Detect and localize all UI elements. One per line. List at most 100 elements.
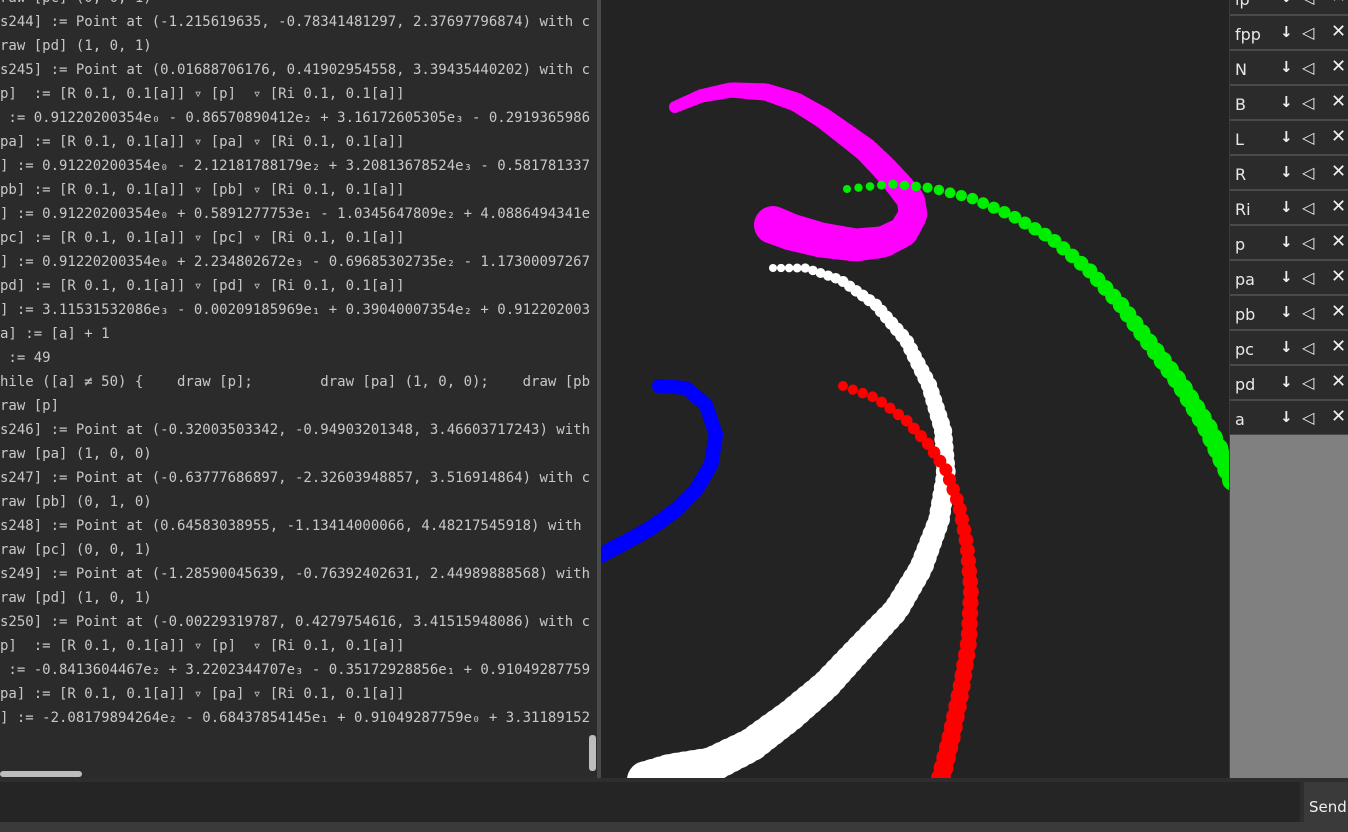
console-line: raw [pa] (1, 0, 0)	[0, 446, 152, 462]
pin-icon[interactable]: ↓	[1280, 93, 1293, 111]
pin-icon[interactable]: ↓	[1280, 268, 1293, 286]
console-horizontal-scrollbar[interactable]	[0, 771, 82, 777]
triangle-icon[interactable]: ◁	[1302, 373, 1314, 392]
object-name: a	[1235, 410, 1245, 429]
console-lines: raw [pc] (0, 0, 1) s244] := Point at (-1.…	[0, 0, 597, 730]
pin-icon[interactable]: ↓	[1280, 233, 1293, 251]
close-icon[interactable]: ✕	[1331, 56, 1346, 77]
console-line: ] := 0.91220200354e₀ + 0.5891277753e₁ - …	[0, 206, 591, 222]
console-line: ] := -2.08179894264e₂ - 0.68437854145e₁ …	[0, 710, 591, 726]
green-point	[933, 184, 945, 196]
green-point	[987, 201, 1000, 214]
console-line: p] := [R 0.1, 0.1[a]] ▿ [p] ▿ [Ri 0.1, 0…	[0, 86, 405, 102]
object-list-panel: ip ↓ ◁ ✕ fpp ↓ ◁ ✕ N ↓ ◁ ✕ B ↓ ◁ ✕ L ↓ ◁ ✕ R ↓ ◁ ✕ Ri ↓ ◁ ✕ p ↓ ◁ ✕ pa ↓ ◁…	[1230, 0, 1348, 435]
console-line: a] := [a] + 1	[0, 326, 110, 342]
plot-svg	[601, 82, 1229, 778]
close-icon[interactable]: ✕	[1331, 301, 1346, 322]
pin-icon[interactable]: ↓	[1280, 0, 1293, 6]
red-point	[847, 384, 858, 395]
close-icon[interactable]: ✕	[1331, 406, 1346, 427]
pin-icon[interactable]: ↓	[1280, 128, 1293, 146]
pin-icon[interactable]: ↓	[1280, 373, 1293, 391]
object-name: p	[1235, 235, 1246, 254]
console-line: pd] := [R 0.1, 0.1[a]] ▿ [pd] ▿ [Ri 0.1,…	[0, 278, 405, 294]
console-line: pb] := [R 0.1, 0.1[a]] ▿ [pb] ▿ [Ri 0.1,…	[0, 182, 405, 198]
close-icon[interactable]: ✕	[1331, 91, 1346, 112]
triangle-icon[interactable]: ◁	[1302, 408, 1314, 427]
object-row-a[interactable]: a ↓ ◁ ✕	[1230, 403, 1348, 435]
object-name: fpp	[1235, 25, 1261, 44]
pin-icon[interactable]: ↓	[1280, 23, 1293, 41]
close-icon[interactable]: ✕	[1331, 231, 1346, 252]
console-line: raw [pc] (0, 0, 1)	[0, 0, 597, 10]
green-point	[877, 180, 886, 190]
close-icon[interactable]: ✕	[1331, 161, 1346, 182]
white-point	[769, 264, 777, 272]
object-row-pb[interactable]: pb ↓ ◁ ✕	[1230, 298, 1348, 331]
object-row-R[interactable]: R ↓ ◁ ✕	[1230, 158, 1348, 191]
triangle-icon[interactable]: ◁	[1302, 0, 1314, 7]
close-icon[interactable]: ✕	[1331, 21, 1346, 42]
object-row-ip[interactable]: ip ↓ ◁ ✕	[1230, 0, 1348, 16]
console-line: raw [pb] (0, 1, 0)	[0, 494, 152, 510]
console-line: ] := 3.11531532086e₃ - 0.00209185969e₁ +…	[0, 302, 591, 318]
graphics-canvas[interactable]	[601, 0, 1229, 778]
green-point	[922, 182, 933, 193]
console-line: s245] := Point at (0.01688706176, 0.4190…	[0, 62, 591, 78]
console-line: pa] := [R 0.1, 0.1[a]] ▿ [pa] ▿ [Ri 0.1,…	[0, 134, 405, 150]
object-name: pd	[1235, 375, 1256, 394]
triangle-icon[interactable]: ◁	[1302, 233, 1314, 252]
green-point	[854, 183, 863, 192]
close-icon[interactable]: ✕	[1331, 266, 1346, 287]
green-point	[911, 181, 921, 192]
pin-icon[interactable]: ↓	[1280, 58, 1293, 76]
object-row-pa[interactable]: pa ↓ ◁ ✕	[1230, 263, 1348, 296]
close-icon[interactable]: ✕	[1331, 336, 1346, 357]
green-point	[865, 182, 875, 191]
object-row-pd[interactable]: pd ↓ ◁ ✕	[1230, 368, 1348, 401]
white-point	[784, 263, 794, 273]
object-row-N[interactable]: N ↓ ◁ ✕	[1230, 53, 1348, 86]
pin-icon[interactable]: ↓	[1280, 163, 1293, 181]
triangle-icon[interactable]: ◁	[1302, 93, 1314, 112]
triangle-icon[interactable]: ◁	[1302, 303, 1314, 322]
red-point	[838, 381, 848, 391]
triangle-icon[interactable]: ◁	[1302, 338, 1314, 357]
object-row-L[interactable]: L ↓ ◁ ✕	[1230, 123, 1348, 156]
console-line: := 49	[0, 350, 51, 366]
close-icon[interactable]: ✕	[1331, 196, 1346, 217]
close-icon[interactable]: ✕	[1331, 126, 1346, 147]
console-vertical-scrollbar[interactable]	[589, 735, 596, 771]
object-row-pc[interactable]: pc ↓ ◁ ✕	[1230, 333, 1348, 366]
triangle-icon[interactable]: ◁	[1302, 23, 1314, 42]
console-line: s244] := Point at (-1.215619635, -0.7834…	[0, 14, 591, 30]
object-row-p[interactable]: p ↓ ◁ ✕	[1230, 228, 1348, 261]
pin-icon[interactable]: ↓	[1280, 303, 1293, 321]
console-line: s247] := Point at (-0.63777686897, -2.32…	[0, 470, 591, 486]
send-button[interactable]: Send	[1304, 782, 1348, 822]
close-icon[interactable]: ✕	[1331, 371, 1346, 392]
triangle-icon[interactable]: ◁	[1302, 198, 1314, 217]
object-row-Ri[interactable]: Ri ↓ ◁ ✕	[1230, 193, 1348, 226]
triangle-icon[interactable]: ◁	[1302, 268, 1314, 287]
command-bar: Send	[0, 778, 1348, 822]
object-panel-empty-area	[1230, 435, 1348, 778]
command-input[interactable]	[0, 782, 1300, 822]
console-line: pc] := [R 0.1, 0.1[a]] ▿ [pc] ▿ [Ri 0.1,…	[0, 230, 405, 246]
close-icon[interactable]: ✕	[1331, 0, 1346, 7]
pin-icon[interactable]: ↓	[1280, 338, 1293, 356]
triangle-icon[interactable]: ◁	[1302, 128, 1314, 147]
object-rows: ip ↓ ◁ ✕ fpp ↓ ◁ ✕ N ↓ ◁ ✕ B ↓ ◁ ✕ L ↓ ◁ ✕ R ↓ ◁ ✕ Ri ↓ ◁ ✕ p ↓ ◁ ✕ pa ↓ ◁…	[1230, 0, 1348, 435]
object-name: pb	[1235, 305, 1256, 324]
console-line: s249] := Point at (-1.28590045639, -0.76…	[0, 566, 591, 582]
green-point	[899, 180, 910, 191]
pin-icon[interactable]: ↓	[1280, 198, 1293, 216]
object-name: N	[1235, 60, 1247, 79]
object-row-B[interactable]: B ↓ ◁ ✕	[1230, 88, 1348, 121]
magenta-point	[754, 206, 792, 244]
object-row-fpp[interactable]: fpp ↓ ◁ ✕	[1230, 18, 1348, 51]
triangle-icon[interactable]: ◁	[1302, 163, 1314, 182]
triangle-icon[interactable]: ◁	[1302, 58, 1314, 77]
pin-icon[interactable]: ↓	[1280, 408, 1293, 426]
console-line: s246] := Point at (-0.32003503342, -0.94…	[0, 422, 591, 438]
